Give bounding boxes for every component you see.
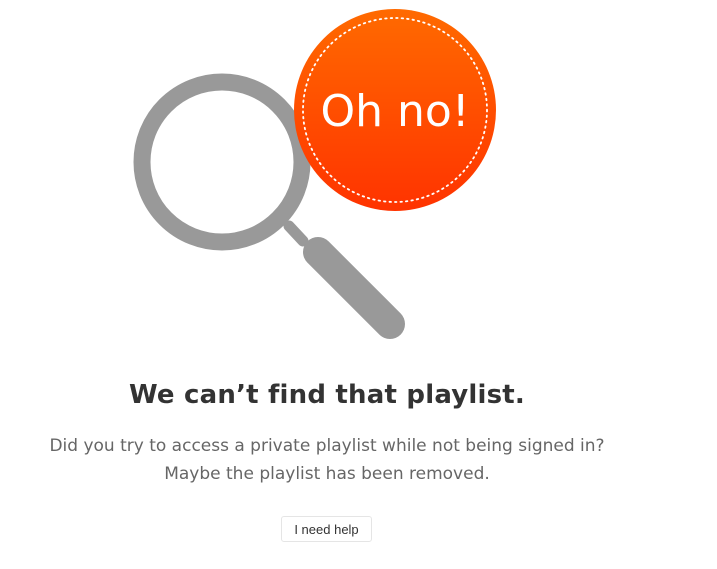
badge-text: Oh no! bbox=[321, 86, 470, 137]
error-message-line-1: Did you try to access a private playlist… bbox=[49, 436, 605, 456]
error-page: Oh no! We can’t find that playlist. Did … bbox=[0, 0, 717, 569]
error-heading: We can’t find that playlist. bbox=[128, 380, 526, 410]
error-message: Did you try to access a private playlist… bbox=[0, 432, 654, 488]
error-message-line-2: Maybe the playlist has been removed. bbox=[164, 464, 490, 484]
oh-no-badge: Oh no! bbox=[294, 9, 496, 211]
error-illustration: Oh no! bbox=[133, 9, 496, 339]
help-button[interactable]: I need help bbox=[281, 516, 372, 542]
